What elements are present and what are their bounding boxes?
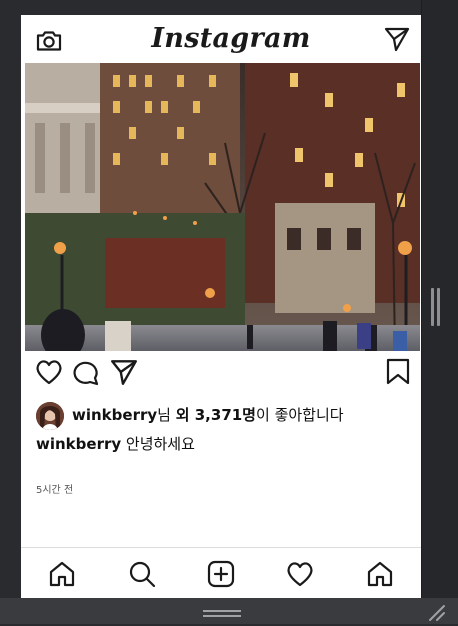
likes-username[interactable]: winkberry — [72, 406, 157, 424]
bottom-tab-bar — [21, 547, 421, 598]
send-icon[interactable] — [383, 25, 411, 53]
likes-summary: winkberry님 외 3,371명이 좋아합니다 — [72, 405, 344, 425]
add-post-icon[interactable] — [206, 559, 236, 589]
likes-suffix-1: 님 — [157, 406, 176, 424]
post-caption: winkberry 안녕하세요 — [36, 434, 195, 454]
resize-grip-icon[interactable] — [428, 604, 446, 622]
bottom-grip-handle[interactable] — [203, 610, 241, 618]
heart-icon[interactable] — [34, 357, 66, 389]
post-photo[interactable] — [25, 63, 420, 351]
window-frame-left — [0, 0, 21, 598]
caption-username[interactable]: winkberry — [36, 435, 121, 453]
likes-row: winkberry님 외 3,371명이 좋아합니다 — [36, 402, 416, 430]
bookmark-icon[interactable] — [383, 357, 415, 389]
share-icon[interactable] — [109, 357, 141, 389]
comment-icon[interactable] — [71, 357, 103, 389]
phone-screen: Instagram winkberry님 외 3,371명이 좋아합니다 win… — [21, 15, 421, 598]
profile-home-icon[interactable] — [365, 559, 395, 589]
activity-heart-icon[interactable] — [285, 559, 315, 589]
brand-logo: Instagram — [151, 23, 311, 54]
search-icon[interactable] — [127, 559, 157, 589]
caption-text: 안녕하세요 — [121, 435, 195, 453]
vertical-scroll-handle[interactable] — [431, 288, 441, 326]
top-bar: Instagram — [21, 15, 421, 63]
likes-suffix-2: 이 좋아합니다 — [256, 406, 344, 424]
camera-icon[interactable] — [35, 26, 63, 54]
post-actions — [21, 357, 421, 391]
post-timestamp: 5시간 전 — [36, 485, 74, 496]
likes-others-count[interactable]: 외 3,371명 — [176, 406, 256, 424]
avatar[interactable] — [36, 402, 64, 430]
home-icon[interactable] — [47, 559, 77, 589]
